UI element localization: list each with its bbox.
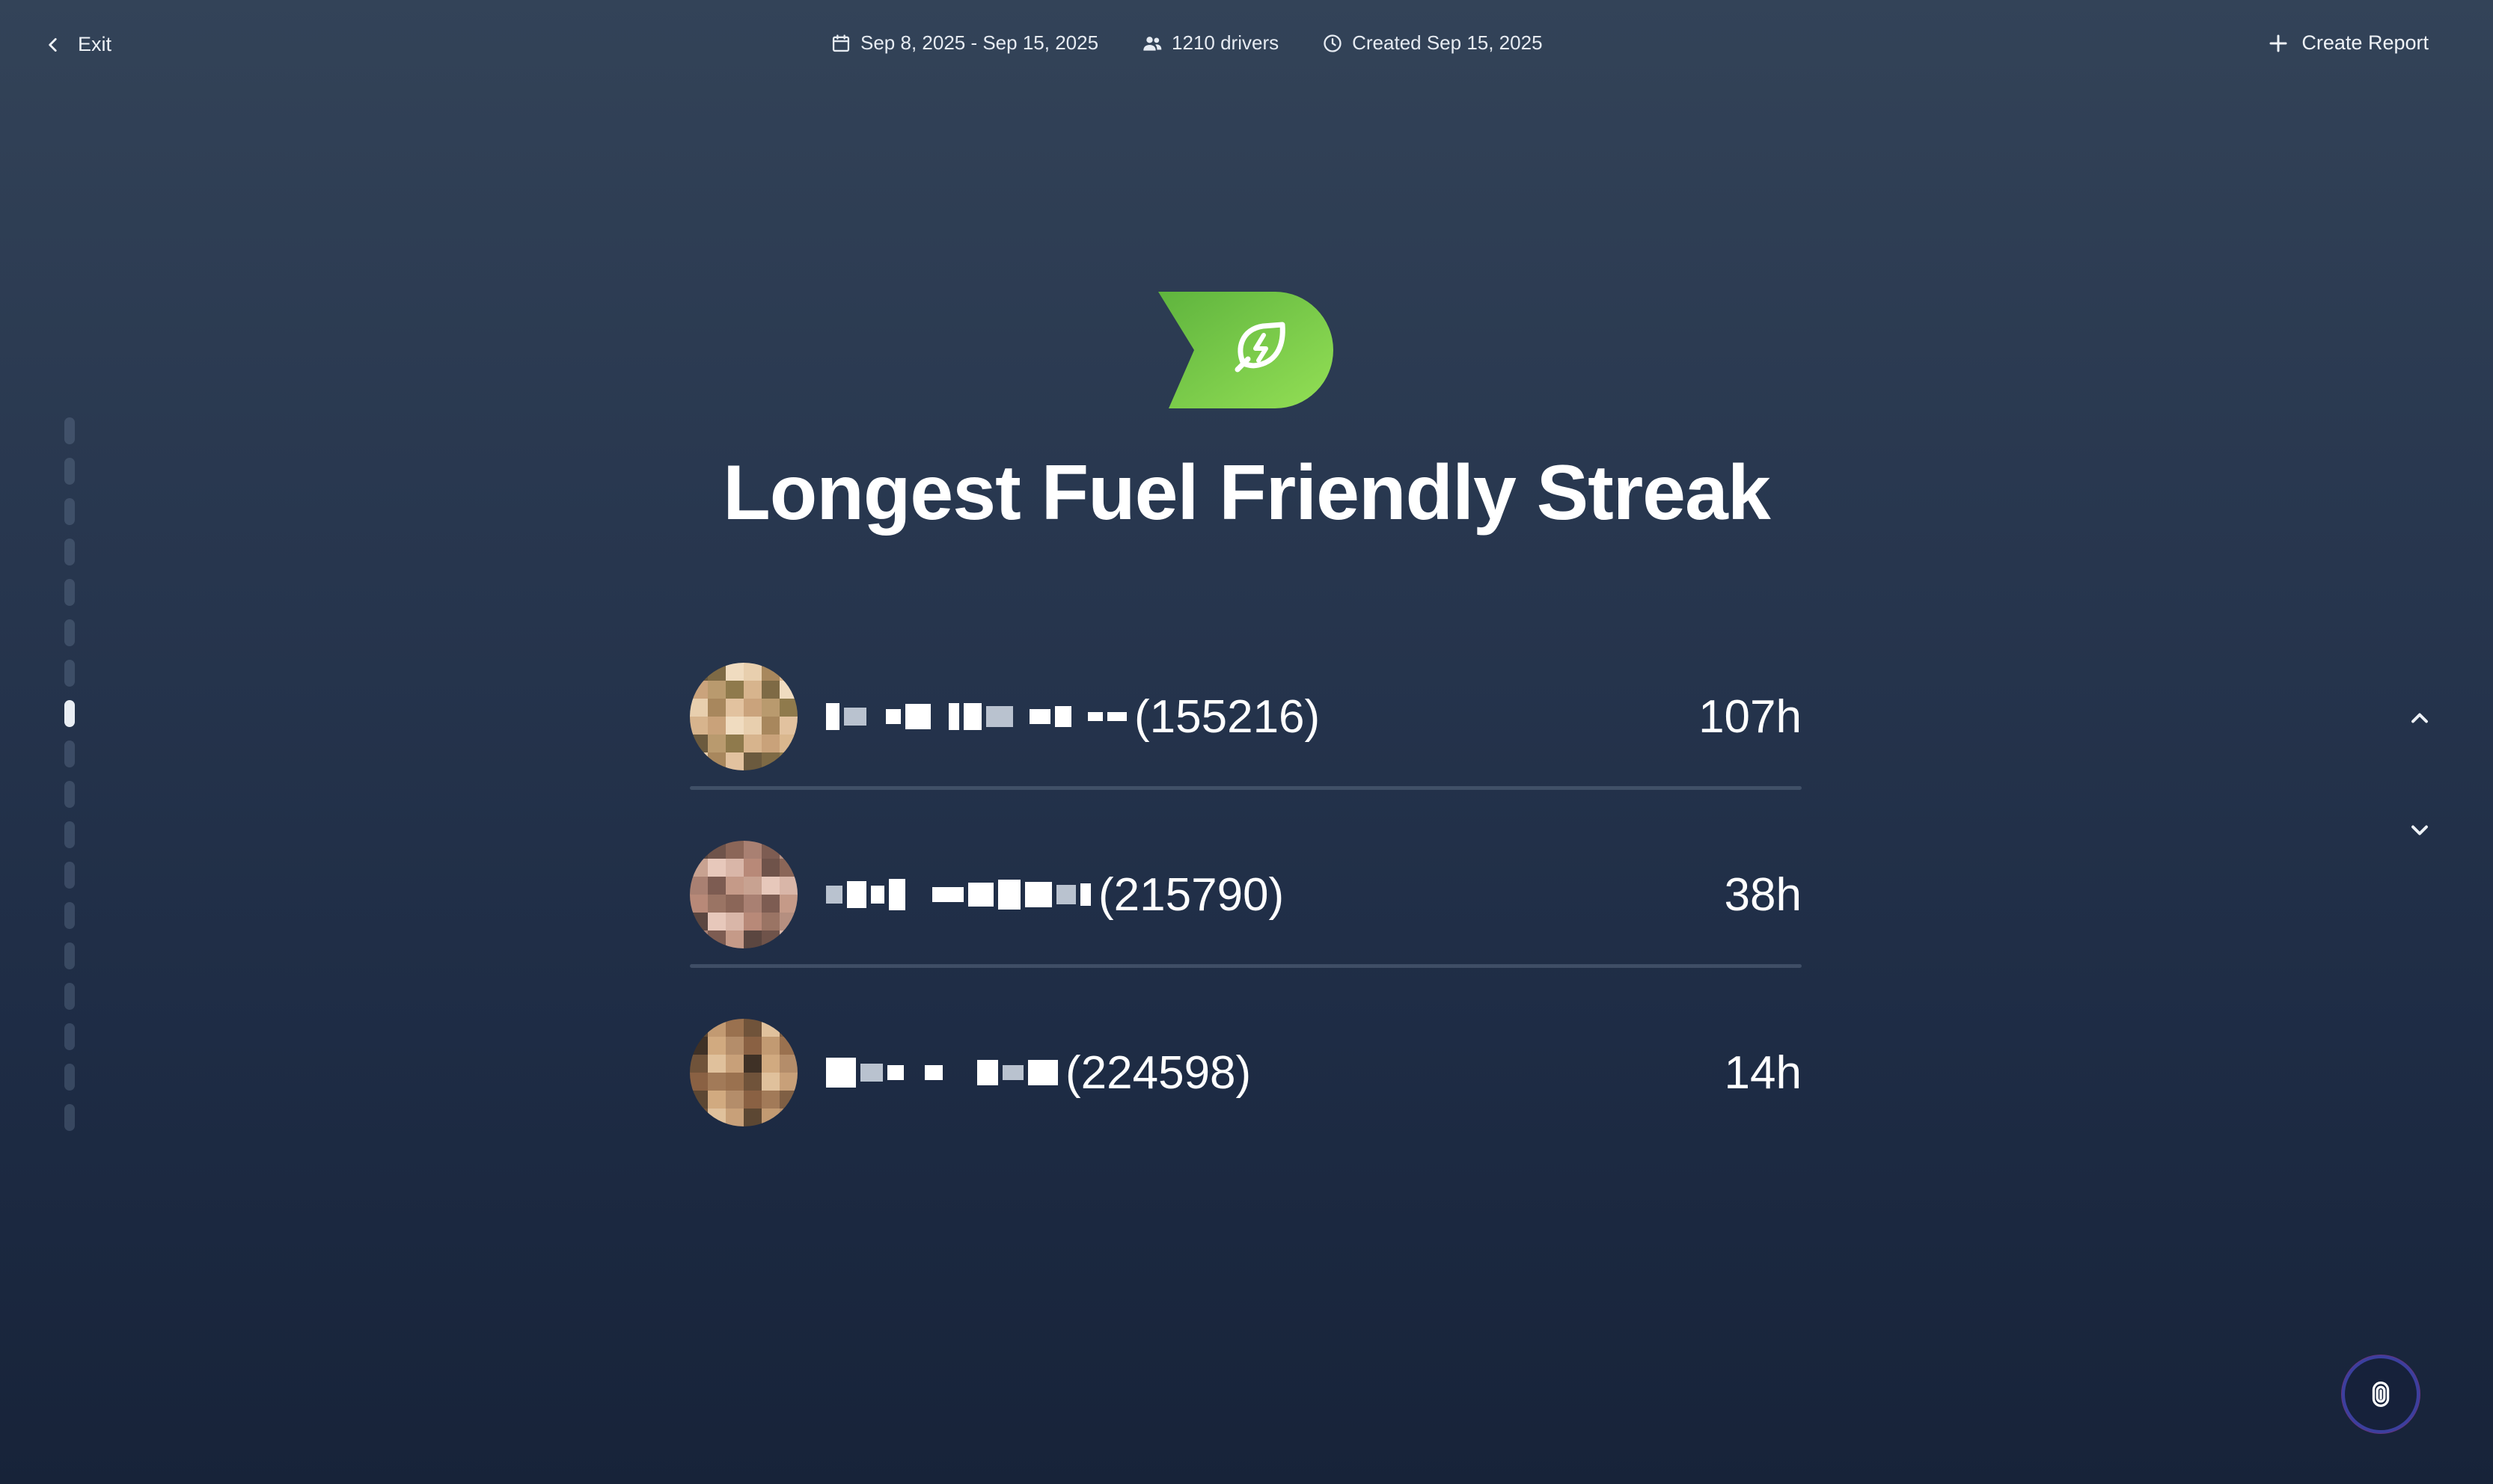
exit-button[interactable]: Exit	[43, 33, 111, 56]
progress-segment[interactable]	[64, 660, 75, 687]
driver-name: (224598)	[826, 1046, 1251, 1100]
slide-title: Longest Fuel Friendly Streak	[723, 450, 1770, 536]
redacted-name	[826, 1054, 1058, 1091]
chevron-down-icon	[2411, 825, 2428, 835]
assistant-button[interactable]	[2345, 1358, 2417, 1430]
redacted-name	[826, 698, 1127, 735]
driver-id: (155216)	[1134, 690, 1321, 743]
progress-segment[interactable]	[64, 862, 75, 889]
calendar-icon	[832, 34, 850, 52]
avatar	[690, 663, 798, 770]
driver-id: (215790)	[1098, 868, 1285, 921]
top-bar: Exit Sep 8, 2025 - Sep 15, 2025 1210 dri…	[0, 0, 2493, 97]
progress-segment[interactable]	[64, 1064, 75, 1091]
leaderboard-row[interactable]: (224598) 14h	[690, 999, 1802, 1146]
previous-slide-button[interactable]	[2406, 705, 2433, 732]
plus-icon	[2269, 34, 2287, 52]
created-date: Created Sep 15, 2025	[1322, 31, 1543, 55]
driver-name: (215790)	[826, 868, 1284, 922]
progress-segment[interactable]	[64, 821, 75, 848]
driver-count: 1210 drivers	[1142, 31, 1279, 55]
progress-segment[interactable]	[64, 1104, 75, 1131]
exit-label: Exit	[78, 33, 112, 55]
chevron-left-icon	[49, 37, 57, 52]
progress-segment[interactable]	[64, 902, 75, 929]
progress-segment[interactable]	[64, 942, 75, 969]
users-icon	[1143, 36, 1162, 51]
create-report-label: Create Report	[2301, 31, 2429, 54]
progress-segment[interactable]	[64, 619, 75, 646]
create-report-button[interactable]: Create Report	[2267, 31, 2429, 55]
fuel-friendly-badge	[1158, 292, 1333, 408]
avatar	[690, 841, 798, 948]
progress-segment[interactable]	[64, 1023, 75, 1050]
next-slide-button[interactable]	[2406, 817, 2433, 844]
leaderboard: (155216) 107h (215790) 38h (224598) 14h	[690, 643, 1802, 1146]
streak-value: 38h	[1724, 868, 1802, 921]
leaderboard-row[interactable]: (155216) 107h	[690, 643, 1802, 790]
driver-count-text: 1210 drivers	[1172, 31, 1279, 54]
progress-segment[interactable]	[64, 539, 75, 565]
clock-icon	[1324, 34, 1342, 52]
streak-value: 107h	[1698, 690, 1802, 743]
progress-segment[interactable]	[64, 741, 75, 767]
progress-segment[interactable]	[64, 579, 75, 606]
progress-segment[interactable]	[64, 781, 75, 808]
chevron-up-icon	[2411, 713, 2428, 723]
date-range: Sep 8, 2025 - Sep 15, 2025	[831, 31, 1098, 55]
driver-name: (155216)	[826, 690, 1320, 743]
avatar	[690, 1019, 798, 1126]
driver-id: (224598)	[1065, 1046, 1252, 1099]
fingerprint-icon	[2372, 1382, 2390, 1407]
date-range-text: Sep 8, 2025 - Sep 15, 2025	[860, 31, 1099, 54]
progress-segment[interactable]	[64, 417, 75, 444]
streak-value: 14h	[1724, 1046, 1802, 1099]
redacted-name	[826, 876, 1091, 913]
progress-segment[interactable]	[64, 700, 75, 727]
report-meta: Sep 8, 2025 - Sep 15, 2025 1210 drivers …	[831, 31, 1543, 55]
leaderboard-row[interactable]: (215790) 38h	[690, 821, 1802, 968]
created-date-text: Created Sep 15, 2025	[1352, 31, 1543, 54]
progress-segment[interactable]	[64, 983, 75, 1010]
